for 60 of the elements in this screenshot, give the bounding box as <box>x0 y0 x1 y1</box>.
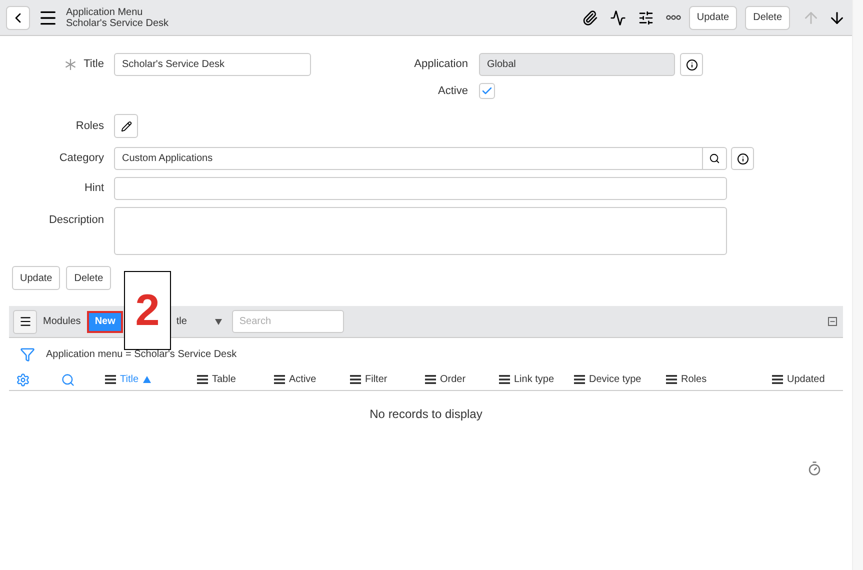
active-checkbox[interactable] <box>479 83 495 99</box>
hint-field[interactable] <box>114 177 727 200</box>
column-menu-icon[interactable] <box>425 375 436 384</box>
info-button[interactable] <box>731 147 754 170</box>
column-header[interactable]: Order <box>440 372 466 387</box>
form-title: Application Menu <box>66 6 144 18</box>
more-icon[interactable] <box>666 15 681 20</box>
pencil-icon <box>120 120 132 132</box>
activity-icon[interactable] <box>610 10 626 26</box>
field-label: Roles <box>76 118 104 134</box>
column-header[interactable]: Updated <box>787 372 825 387</box>
step-number: 2 <box>135 288 160 332</box>
field-label: Category <box>59 151 104 166</box>
field-label: Description <box>48 213 104 228</box>
sliders-icon[interactable] <box>638 10 654 26</box>
column-header[interactable]: Active <box>289 372 316 387</box>
field-label: Active <box>437 84 469 99</box>
menu-icon <box>18 315 32 328</box>
filter-icon[interactable] <box>20 347 35 362</box>
column-menu-icon[interactable] <box>105 375 116 384</box>
form-button[interactable]: Delete <box>66 266 112 290</box>
column-menu-icon[interactable] <box>574 375 585 384</box>
collapse-icon[interactable] <box>828 317 837 326</box>
column-header[interactable]: Roles <box>681 372 707 387</box>
list-title: Modules <box>43 315 81 329</box>
form-button[interactable]: Update <box>12 266 60 290</box>
info-icon <box>686 58 698 70</box>
header-button[interactable]: Delete <box>745 6 790 30</box>
empty-message: No records to display <box>370 406 482 423</box>
column-menu-icon[interactable] <box>350 375 361 384</box>
column-header[interactable]: Device type <box>589 372 642 387</box>
column-menu-icon[interactable] <box>772 375 783 384</box>
column-header[interactable]: Link type <box>514 372 554 387</box>
paperclip-icon[interactable] <box>582 10 598 26</box>
column-menu-icon[interactable] <box>499 375 510 384</box>
search-field[interactable]: Search <box>232 310 344 333</box>
stopwatch-icon[interactable] <box>807 461 822 476</box>
column-menu-icon[interactable] <box>666 375 677 384</box>
field-label: Application <box>413 57 469 72</box>
settings-icon[interactable] <box>16 372 30 386</box>
record-name: Scholar's Service Desk <box>66 18 168 28</box>
column-menu-icon[interactable] <box>197 375 208 384</box>
edit-roles-button[interactable] <box>114 114 138 138</box>
dropdown-caret-icon <box>215 318 222 324</box>
column-header[interactable]: Filter <box>365 372 388 387</box>
info-button[interactable] <box>680 53 703 76</box>
list-menu-button[interactable] <box>13 310 37 334</box>
field-label: Hint <box>84 181 104 196</box>
title-field[interactable]: Scholar's Service Desk <box>114 53 311 76</box>
column-menu-icon[interactable] <box>274 375 285 384</box>
header-button[interactable]: Update <box>688 6 738 30</box>
sort-ascending-icon <box>142 376 151 383</box>
breadcrumb[interactable]: Application menu = Scholar's Service Desk <box>46 347 237 362</box>
description-field[interactable] <box>114 207 727 255</box>
category-field[interactable]: Custom Applications <box>114 147 727 170</box>
field-label: Title <box>84 57 104 72</box>
back-button[interactable] <box>6 6 30 30</box>
checkmark-icon <box>481 85 493 97</box>
column-header[interactable]: Table <box>212 372 236 387</box>
info-icon <box>736 152 748 164</box>
